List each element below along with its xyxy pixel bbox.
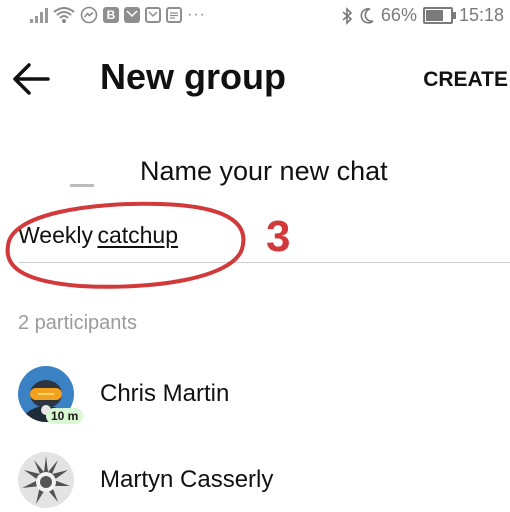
clock-time: 15:18 <box>458 5 504 25</box>
back-arrow-icon[interactable] <box>10 58 52 100</box>
group-name-word-2: catchup <box>97 222 179 248</box>
wifi-icon <box>53 7 75 23</box>
mail-outline-icon <box>145 7 161 23</box>
b-app-icon: B <box>103 7 119 23</box>
more-notifications-icon: ··· <box>187 6 206 23</box>
battery-percent: 66% <box>380 5 417 25</box>
group-name-word-1: Weekly <box>18 222 93 248</box>
page-title: New group <box>100 56 286 97</box>
avatar <box>18 452 74 508</box>
signal-icon <box>30 7 48 23</box>
participant-row[interactable]: Martyn Casserly <box>18 452 498 512</box>
news-icon <box>166 7 182 23</box>
annotation-number: 3 <box>266 212 291 261</box>
top-app-bar: New group CREATE <box>0 44 510 116</box>
moon-icon <box>360 7 374 24</box>
active-time-badge: 10 m <box>46 408 84 424</box>
create-button[interactable]: CREATE <box>423 68 508 92</box>
status-bar: B ··· 66% 15:18 <box>0 0 510 34</box>
bluetooth-icon <box>342 6 353 25</box>
name-prompt: Name your new chat <box>140 156 388 186</box>
battery-icon <box>422 7 456 24</box>
group-name-input[interactable]: Weekly catchup <box>18 222 510 263</box>
participants-count: 2 participants <box>18 312 137 334</box>
participant-name: Chris Martin <box>100 380 230 407</box>
mail-icon <box>124 7 140 23</box>
messenger-icon <box>80 6 98 24</box>
participant-row[interactable]: 10 m Chris Martin <box>18 366 498 426</box>
divider-accent <box>70 184 94 187</box>
status-icons-left: B ··· <box>30 6 206 24</box>
participant-name: Martyn Casserly <box>100 466 274 493</box>
status-icons-right: 66% 15:18 <box>341 5 504 26</box>
